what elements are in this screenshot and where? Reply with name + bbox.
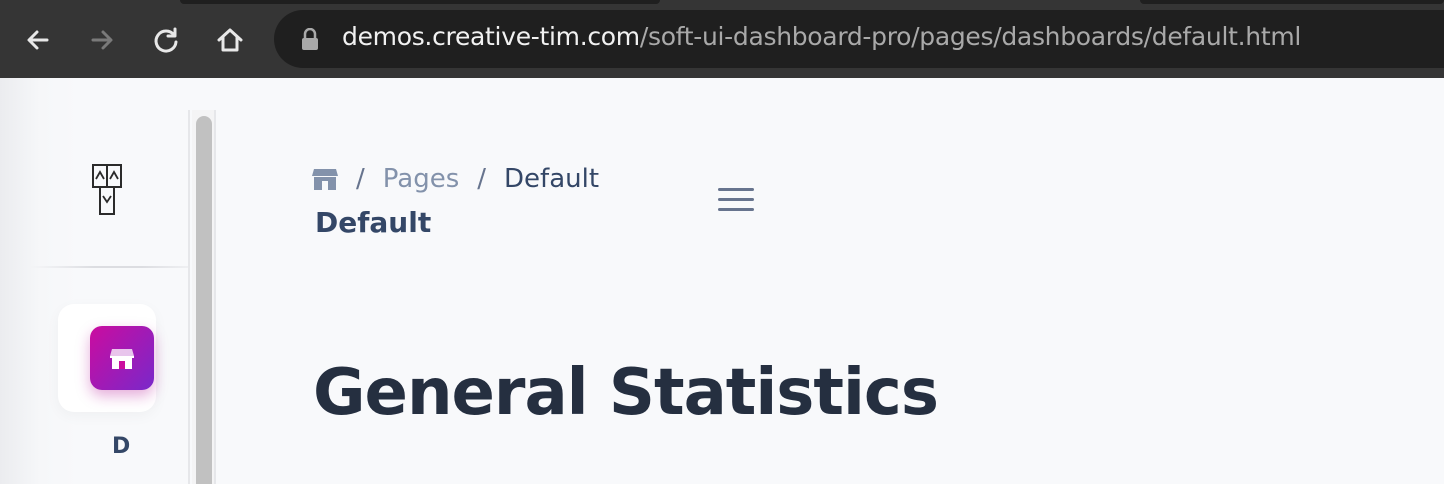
breadcrumb-item-current: Default (504, 164, 600, 194)
section-heading: General Statistics (313, 356, 939, 430)
breadcrumb-item-pages[interactable]: Pages (383, 164, 460, 194)
page-viewport: D / Pages / Default Default General Stat… (0, 78, 1444, 484)
forward-arrow-icon (91, 30, 113, 50)
sidebar-divider (30, 266, 190, 268)
breadcrumb-separator: / (356, 164, 365, 194)
tab-strip-edge (1140, 0, 1444, 4)
url-host: demos.creative-tim.com (342, 22, 640, 51)
sidenav-toggle-button[interactable] (716, 186, 756, 216)
url-path: /soft-ui-dashboard-pro/pages/dashboards/… (639, 22, 1302, 51)
sidebar-item-dashboards[interactable] (58, 304, 156, 412)
browser-toolbar: demos.creative-tim.com/soft-ui-dashboard… (0, 0, 1444, 78)
sidebar-border (188, 110, 190, 484)
breadcrumb-separator: / (477, 164, 487, 194)
sidebar-item-label: D (112, 434, 131, 459)
sidebar: D (0, 78, 190, 484)
back-button[interactable] (16, 18, 60, 62)
breadcrumb: / Pages / Default (312, 164, 599, 194)
shop-icon (110, 349, 134, 369)
reload-button[interactable] (144, 18, 188, 62)
address-bar[interactable]: demos.creative-tim.com/soft-ui-dashboard… (274, 10, 1444, 68)
url-text[interactable]: demos.creative-tim.com/soft-ui-dashboard… (342, 22, 1301, 51)
page-title: Default (315, 206, 432, 239)
home-button[interactable] (208, 18, 252, 62)
scrollbar-thumb[interactable] (196, 116, 212, 484)
nav-icon-container (90, 326, 154, 390)
logo-icon[interactable] (86, 160, 126, 220)
forward-button[interactable] (80, 18, 124, 62)
shop-icon[interactable] (312, 167, 338, 191)
tab-strip-edge (180, 0, 660, 4)
home-icon (217, 28, 243, 52)
reload-icon (154, 27, 178, 53)
lock-icon (302, 28, 318, 50)
back-arrow-icon (27, 30, 49, 50)
